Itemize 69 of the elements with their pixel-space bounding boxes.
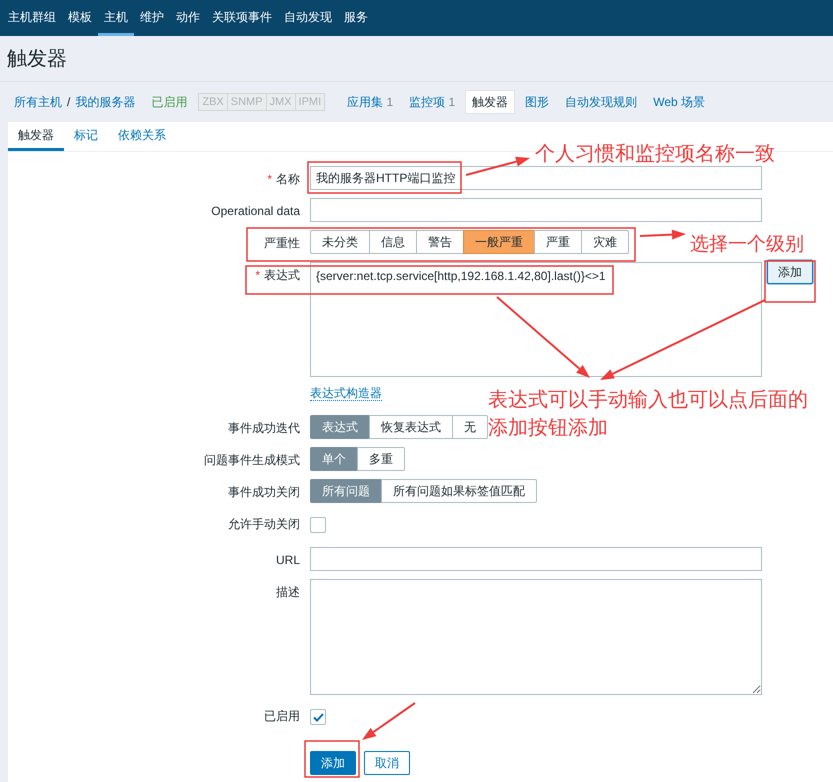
annotation-text: 选择一个级别 [690, 232, 804, 257]
interface-tag: SNMP [226, 92, 267, 112]
field-label: 问题事件生成模式 [204, 452, 300, 469]
segment-option[interactable]: 无 [452, 415, 488, 439]
expression-builder-link[interactable]: 表达式构造器 [310, 386, 382, 401]
nav-item[interactable]: 主机群组 [2, 0, 62, 36]
segment-option[interactable]: 信息 [369, 230, 417, 254]
field-label: 允许手动关闭 [228, 516, 300, 533]
nav-item[interactable]: 关联项事件 [206, 0, 278, 36]
field-label: 事件成功迭代 [228, 420, 300, 437]
checkbox[interactable] [310, 517, 326, 533]
description-field[interactable] [310, 579, 762, 695]
segment-option[interactable]: 所有问题如果标签值匹配 [381, 479, 537, 503]
form-tab[interactable]: 依赖关系 [108, 122, 176, 151]
field-label: 已启用 [264, 708, 300, 725]
breadcrumb-link[interactable]: 我的服务器 [75, 93, 136, 111]
breadcrumb-link[interactable]: 所有主机 [14, 93, 62, 111]
status-label: 已启用 [151, 94, 188, 111]
host-tab[interactable]: Web 场景 [647, 91, 712, 113]
segment-option[interactable]: 多重 [357, 447, 405, 471]
annotation-arrow [466, 156, 530, 176]
segment-option[interactable]: 警告 [416, 230, 464, 254]
field-label: 描述 [276, 584, 300, 601]
text-field[interactable] [310, 198, 762, 222]
nav-item[interactable]: 动作 [170, 0, 206, 36]
interface-tag: ZBX [198, 92, 228, 112]
nav-item[interactable]: 维护 [134, 0, 170, 36]
check-icon [312, 712, 324, 722]
nav-item[interactable]: 服务 [338, 0, 374, 36]
field-label: URL [276, 552, 300, 569]
highlight-frame [764, 260, 816, 303]
field-label: 严重性 [264, 235, 300, 252]
nav-item[interactable]: 模板 [62, 0, 98, 36]
required-mark: * [267, 171, 272, 188]
annotation-arrow [362, 702, 416, 740]
page-title: 触发器 [7, 46, 67, 72]
annotation-text: 个人习惯和监控项名称一致 [535, 140, 775, 167]
expression-field[interactable]: {server:net.tcp.service[http,192.168.1.42,80].last()}<>1 [310, 262, 762, 377]
text-field[interactable] [310, 547, 762, 571]
segment-option[interactable]: 一般严重 [463, 230, 535, 254]
interface-tag: IPMI [294, 92, 326, 112]
breadcrumb-separator: / [67, 94, 70, 111]
annotation-arrow [640, 230, 686, 240]
nav-item[interactable]: 自动发现 [278, 0, 338, 36]
annotation-text: 表达式可以手动输入也可以点后面的添加按钮添加 [488, 386, 809, 441]
segment-option[interactable]: 灾难 [581, 230, 629, 254]
segment-option[interactable]: 严重 [534, 230, 582, 254]
form-tab[interactable]: 触发器 [8, 122, 64, 151]
form-tab[interactable]: 标记 [64, 122, 108, 151]
host-tab[interactable]: 监控项 1 [403, 91, 462, 113]
segment-option[interactable]: 恢复表达式 [369, 415, 453, 439]
field-label: Operational data [211, 203, 300, 220]
cancel-button[interactable]: 取消 [364, 751, 410, 775]
host-tab[interactable]: 图形 [519, 91, 556, 113]
field-label: 名称 [276, 171, 300, 188]
highlight-frame [304, 740, 360, 778]
field-label: 表达式 [264, 267, 300, 284]
checkbox[interactable] [310, 709, 326, 725]
host-tab[interactable]: 自动发现规则 [559, 91, 644, 113]
interface-tag: JMX [266, 92, 296, 112]
host-tab[interactable]: 触发器 [465, 90, 516, 114]
submit-button[interactable]: 添加 [310, 751, 356, 775]
segment-option[interactable]: 未分类 [310, 230, 370, 254]
field-label: 事件成功关闭 [228, 484, 300, 501]
host-tab[interactable]: 应用集 1 [341, 91, 400, 113]
add-button[interactable]: 添加 [767, 260, 813, 284]
nav-item[interactable]: 主机 [98, 0, 134, 36]
text-field[interactable]: 我的服务器HTTP端口监控 [310, 166, 762, 190]
required-mark: * [255, 267, 260, 284]
